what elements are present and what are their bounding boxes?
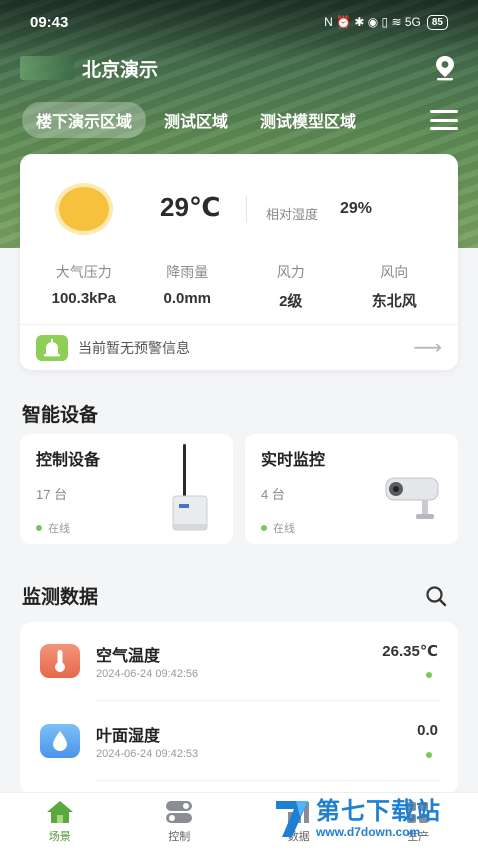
company-logo — [20, 56, 74, 80]
camera-icon — [385, 477, 439, 519]
sun-icon — [55, 183, 113, 235]
monitor-name: 空气温度 — [96, 648, 161, 665]
humidity-label: 相对湿度 — [266, 207, 319, 222]
stat-label: 风向 — [380, 264, 409, 280]
stat-wind-force: 风力 2级 — [239, 262, 343, 311]
humidity-value: 29% — [340, 200, 373, 217]
alert-bar[interactable]: 当前暂无预警信息 ⟶ — [20, 324, 458, 370]
monitor-list: 空气温度 2024-06-24 09:42:56 26.35℃ 叶面湿度 202… — [20, 622, 458, 794]
watermark-title: 第七下载站 — [316, 798, 441, 825]
stat-label: 大气压力 — [55, 264, 112, 280]
tab-downstairs-demo[interactable]: 楼下演示区域 — [22, 102, 147, 138]
status-icons: N ⏰ ✱ ◉ ▯ ≋ 5G 85 — [324, 14, 448, 30]
device-count: 17 台 — [36, 487, 68, 502]
stat-rainfall: 降雨量 0.0mm — [136, 262, 240, 311]
monitor-value: 26.35℃ — [382, 643, 438, 660]
thermometer-icon — [40, 644, 80, 678]
monitor-row-air-temperature[interactable]: 空气温度 2024-06-24 09:42:56 26.35℃ — [20, 622, 458, 700]
location-pin-icon[interactable] — [432, 54, 458, 82]
monitor-time: 2024-06-24 09:42:53 — [96, 748, 199, 760]
monitor-name: 叶面湿度 — [96, 728, 161, 745]
alert-text: 当前暂无预警信息 — [78, 339, 190, 356]
nav-scene[interactable]: 场景 — [0, 793, 120, 850]
arrow-right-icon: ⟶ — [413, 337, 442, 359]
toggle-icon — [166, 800, 193, 823]
stat-value: 2级 — [279, 293, 303, 310]
status-time: 09:43 — [30, 13, 69, 31]
stat-label: 风力 — [276, 264, 305, 280]
battery-icon: 85 — [426, 14, 448, 30]
device-status: 在线 — [36, 520, 70, 536]
watermark-url: www.d7down.com — [316, 825, 421, 839]
row-divider — [96, 780, 440, 781]
stat-value: 东北风 — [371, 293, 417, 310]
nav-control[interactable]: 控制 — [120, 793, 240, 850]
area-tabs: 楼下演示区域 测试区域 测试模型区域 — [22, 102, 458, 138]
device-card-monitor[interactable]: 实时监控 4 台 在线 — [245, 434, 458, 544]
monitor-row-leaf-humidity[interactable]: 叶面湿度 2024-06-24 09:42:53 0.0 — [20, 702, 458, 780]
alarm-icon — [36, 334, 68, 361]
watermark-logo-icon — [276, 801, 308, 837]
monitor-value: 0.0 — [417, 722, 438, 739]
online-dot-icon — [36, 525, 42, 531]
menu-icon[interactable] — [430, 110, 458, 130]
status-icons-text: N ⏰ ✱ ◉ ▯ ≋ 5G — [324, 15, 421, 29]
controller-device-icon — [172, 444, 208, 531]
device-count: 4 台 — [261, 487, 285, 502]
water-drop-icon — [40, 724, 80, 758]
online-dot-icon — [261, 525, 267, 531]
stat-label: 降雨量 — [166, 264, 209, 280]
device-status: 在线 — [261, 520, 295, 536]
tab-test-area[interactable]: 测试区域 — [150, 102, 242, 138]
watermark-text: 第七下载站 www.d7down.com — [316, 798, 441, 840]
home-icon — [46, 800, 73, 823]
status-dot-icon — [426, 752, 432, 758]
status-dot-icon — [426, 672, 432, 678]
devices-section-title: 智能设备 — [22, 405, 99, 426]
monitor-section-title: 监测数据 — [22, 587, 99, 608]
stat-pressure: 大气压力 100.3kPa — [32, 262, 136, 311]
stat-value: 100.3kPa — [51, 290, 116, 307]
monitor-time: 2024-06-24 09:42:56 — [96, 668, 199, 680]
stat-wind-direction: 风向 东北风 — [343, 262, 447, 311]
nav-label: 控制 — [168, 830, 191, 843]
watermark: 第七下载站 www.d7down.com — [274, 794, 470, 844]
stat-value: 0.0mm — [163, 290, 212, 307]
device-card-control[interactable]: 控制设备 17 台 在线 — [20, 434, 233, 544]
app-header: 北京演示 — [20, 52, 458, 84]
nav-label: 场景 — [48, 830, 71, 843]
row-divider — [96, 700, 440, 701]
device-name: 实时监控 — [261, 452, 326, 469]
temperature-value: 29℃ — [160, 192, 221, 222]
city-title[interactable]: 北京演示 — [82, 55, 158, 82]
search-icon[interactable] — [424, 584, 448, 608]
status-bar: 09:43 N ⏰ ✱ ◉ ▯ ≋ 5G 85 — [0, 0, 478, 44]
divider — [246, 196, 247, 222]
weather-card: 29℃ 相对湿度 29% 大气压力 100.3kPa 降雨量 0.0mm 风力 … — [20, 154, 458, 370]
weather-stats: 大气压力 100.3kPa 降雨量 0.0mm 风力 2级 风向 东北风 — [32, 262, 446, 311]
device-name: 控制设备 — [36, 452, 101, 469]
tab-test-model-area[interactable]: 测试模型区域 — [246, 102, 370, 138]
